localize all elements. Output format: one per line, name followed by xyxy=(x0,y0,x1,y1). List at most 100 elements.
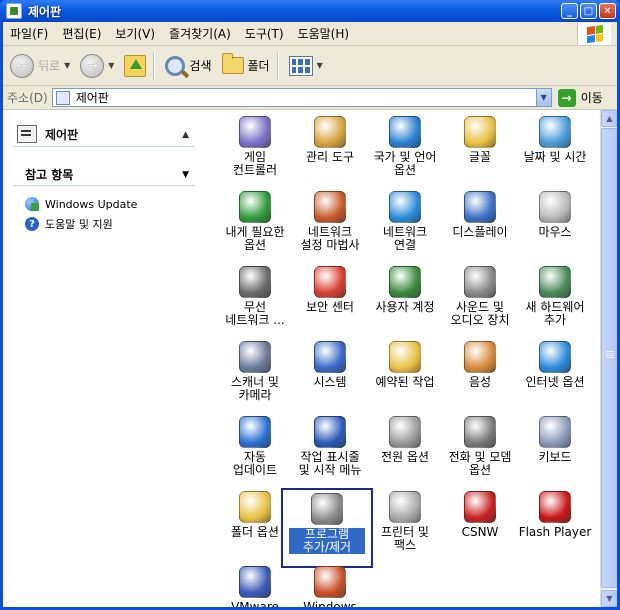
item-label: 자동 업데이트 xyxy=(232,450,278,477)
control-panel-item[interactable]: 글꼴 xyxy=(442,116,518,164)
item-label: 네트워크 연결 xyxy=(382,225,428,252)
scanner-icon xyxy=(239,341,271,373)
vertical-scrollbar[interactable]: ▲ ▼ xyxy=(600,110,618,607)
collapse-icon[interactable]: ▼ xyxy=(182,170,189,180)
menu-tools[interactable]: 도구(T) xyxy=(238,25,291,42)
printer-icon xyxy=(389,491,421,523)
help-support-link[interactable]: ? 도움말 및 지원 xyxy=(13,214,195,234)
folder-options-icon xyxy=(239,491,271,523)
control-panel-item[interactable]: 시스템 xyxy=(292,341,368,389)
control-panel-item[interactable]: 게임 컨트롤러 xyxy=(217,116,293,177)
content-area: 제어판 ▲ 참고 항목 ▼ Windows Update ? 도움말 및 지원 … xyxy=(3,110,618,610)
close-button[interactable]: ✕ xyxy=(599,3,616,19)
control-panel-item[interactable]: 네트워크 설정 마법사 xyxy=(292,191,368,252)
control-panel-item[interactable]: 무선 네트워크 ... xyxy=(217,266,293,327)
control-panel-item[interactable]: 보안 센터 xyxy=(292,266,368,314)
mouse-icon xyxy=(539,191,571,223)
phone-icon xyxy=(464,416,496,448)
menu-help[interactable]: 도움말(H) xyxy=(291,25,357,42)
forward-dropdown-icon[interactable]: ▼ xyxy=(108,61,114,70)
control-panel-item[interactable]: 사운드 및 오디오 장치 xyxy=(442,266,518,327)
power-icon xyxy=(389,416,421,448)
address-dropdown-icon[interactable]: ▼ xyxy=(535,89,551,106)
go-button[interactable]: → 이동 xyxy=(557,88,603,107)
control-panel-item[interactable]: 프로그램 추가/제거 xyxy=(281,488,373,568)
title-bar[interactable]: 제어판 _ □ ✕ xyxy=(0,0,620,22)
control-panel-item[interactable]: CSNW xyxy=(442,491,518,539)
admin-tools-icon xyxy=(314,116,346,148)
control-panel-item[interactable]: 사용자 계정 xyxy=(367,266,443,314)
control-panel-item[interactable]: 디스플레이 xyxy=(442,191,518,239)
scroll-thumb[interactable] xyxy=(601,128,618,588)
item-label: 음성 xyxy=(468,375,492,389)
forward-button[interactable]: → ▼ xyxy=(77,49,117,83)
panel-title: 제어판 xyxy=(45,127,79,142)
search-icon xyxy=(165,55,186,76)
item-label: 프로그램 추가/제거 xyxy=(289,528,365,554)
windows-logo-icon xyxy=(577,23,611,45)
scroll-up-button[interactable]: ▲ xyxy=(601,110,618,127)
menu-favorites[interactable]: 즐겨찾기(A) xyxy=(162,25,238,42)
search-button[interactable]: 검색 xyxy=(162,49,214,83)
control-panel-item[interactable]: VMware Tools xyxy=(217,566,293,610)
link-label: 도움말 및 지원 xyxy=(45,218,113,231)
windows-update-link[interactable]: Windows Update xyxy=(13,194,195,214)
control-panel-item[interactable]: 키보드 xyxy=(517,416,593,464)
views-dropdown-icon[interactable]: ▼ xyxy=(317,61,323,70)
control-panel-item[interactable]: Flash Player xyxy=(517,491,593,539)
link-label: Windows Update xyxy=(45,197,138,211)
control-panel-item[interactable]: 전화 및 모뎀 옵션 xyxy=(442,416,518,477)
control-panel-item[interactable]: 네트워크 연결 xyxy=(367,191,443,252)
control-panel-item[interactable]: 국가 및 언어 옵션 xyxy=(367,116,443,177)
item-label: 관리 도구 xyxy=(306,150,354,164)
network-house-icon xyxy=(314,191,346,223)
control-panel-item[interactable]: Windows xyxy=(292,566,368,610)
control-panel-item[interactable]: 작업 표시줄 및 시작 메뉴 xyxy=(292,416,368,477)
system-icon xyxy=(314,341,346,373)
toolbar: ← 뒤로 ▼ → ▼ 검색 폴더 ▼ xyxy=(3,46,617,86)
control-panel-item[interactable]: 관리 도구 xyxy=(292,116,368,164)
forward-arrow-icon: → xyxy=(80,53,105,78)
see-also-title: 참고 항목 xyxy=(25,168,74,182)
up-button[interactable] xyxy=(121,49,149,83)
address-value: 제어판 xyxy=(75,91,109,105)
control-panel-item[interactable]: 예약된 작업 xyxy=(367,341,443,389)
folders-button[interactable]: 폴더 xyxy=(219,49,273,83)
control-panel-item[interactable]: 음성 xyxy=(442,341,518,389)
item-label: 예약된 작업 xyxy=(375,375,435,389)
back-button[interactable]: ← 뒤로 ▼ xyxy=(7,49,73,83)
item-label: 프린터 및 팩스 xyxy=(381,525,429,552)
menu-file[interactable]: 파일(F) xyxy=(3,25,55,42)
control-panel-item[interactable]: 날짜 및 시간 xyxy=(517,116,593,164)
control-panel-item[interactable]: 새 하드웨어 추가 xyxy=(517,266,593,327)
maximize-button[interactable]: □ xyxy=(580,3,597,19)
see-also-header[interactable]: 참고 항목 ▼ xyxy=(13,164,195,186)
csnw-icon xyxy=(464,491,496,523)
views-button[interactable]: ▼ xyxy=(286,49,326,83)
address-input[interactable]: 제어판 ▼ xyxy=(51,88,552,107)
control-panel-item[interactable]: 자동 업데이트 xyxy=(217,416,293,477)
back-arrow-icon: ← xyxy=(10,53,34,78)
item-label: 네트워크 설정 마법사 xyxy=(300,225,360,252)
users-icon xyxy=(389,266,421,298)
address-bar: 주소(D) 제어판 ▼ → 이동 xyxy=(3,86,617,110)
control-panel-item[interactable]: 전원 옵션 xyxy=(367,416,443,464)
views-icon xyxy=(288,55,313,76)
control-panel-item[interactable]: 내게 필요한 옵션 xyxy=(217,191,293,252)
back-dropdown-icon[interactable]: ▼ xyxy=(64,61,70,70)
menu-edit[interactable]: 편집(E) xyxy=(55,25,108,42)
collapse-icon[interactable]: ▲ xyxy=(182,130,189,140)
control-panel-item[interactable]: 마우스 xyxy=(517,191,593,239)
control-panel-item[interactable]: 스캐너 및 카메라 xyxy=(217,341,293,402)
item-label: 국가 및 언어 옵션 xyxy=(373,150,437,177)
item-label: 키보드 xyxy=(538,450,572,464)
control-panel-panel-header[interactable]: 제어판 ▲ xyxy=(13,122,195,147)
toolbar-separator xyxy=(153,51,155,80)
scroll-down-button[interactable]: ▼ xyxy=(601,590,618,607)
control-panel-item[interactable]: 인터넷 옵션 xyxy=(517,341,593,389)
menu-view[interactable]: 보기(V) xyxy=(108,25,162,42)
window-border xyxy=(0,22,3,610)
minimize-button[interactable]: _ xyxy=(561,3,578,19)
fonts-folder-icon xyxy=(464,116,496,148)
control-panel-item[interactable]: 프린터 및 팩스 xyxy=(367,491,443,552)
